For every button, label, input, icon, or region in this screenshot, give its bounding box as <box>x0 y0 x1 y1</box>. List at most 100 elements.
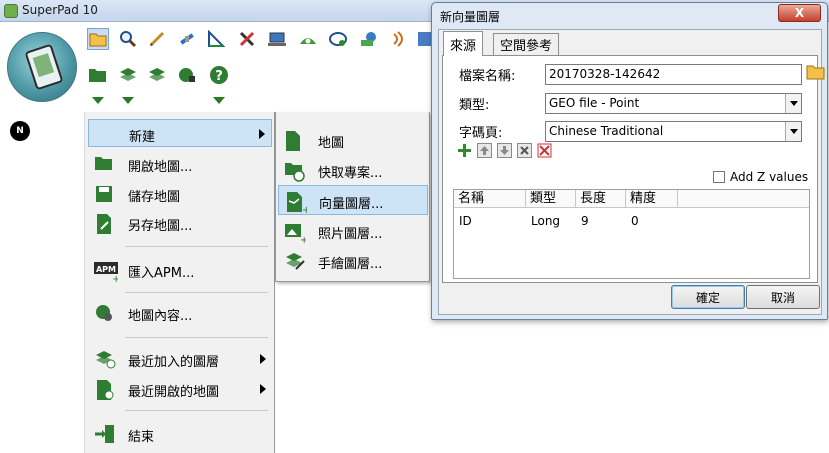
type-select-value: GEO file - Point <box>549 96 640 110</box>
submenu-item-sketch-layer[interactable]: 手繪圖層... <box>278 246 428 276</box>
menu-item-save-map[interactable]: 儲存地圖 <box>88 180 272 208</box>
column-header-name[interactable]: 名稱 <box>454 190 526 208</box>
dialog-titlebar[interactable]: 新向量圖層 X <box>432 3 827 27</box>
measure-icon[interactable] <box>205 28 227 50</box>
laptop-icon[interactable] <box>266 28 288 50</box>
menu-item-label: 最近開啟的地圖 <box>128 385 220 400</box>
app-title: SuperPad 10 <box>22 3 98 17</box>
recent-layers-icon <box>94 349 116 369</box>
menu-item-save-as[interactable]: 另存地圖... <box>88 209 272 237</box>
pen-icon[interactable] <box>146 28 168 50</box>
menu-item-exit[interactable]: 結束 <box>88 420 272 448</box>
open-folder-icon[interactable] <box>87 28 109 50</box>
photo-layer-icon: + <box>284 221 308 246</box>
layers-add-icon[interactable] <box>117 64 139 86</box>
codepage-select-value: Chinese Traditional <box>549 124 664 138</box>
tools-icon[interactable] <box>236 28 258 50</box>
menu-separator <box>125 246 268 247</box>
submenu-arrow-icon <box>259 129 265 139</box>
satellite-icon[interactable] <box>176 28 198 50</box>
menu-separator <box>125 337 268 338</box>
add-z-values-checkbox[interactable] <box>713 171 725 183</box>
dialog-body: 來源 空間參考 檔案名稱: 20170328-142642 類型: GEO fi… <box>438 29 825 315</box>
dialog-title: 新向量圖層 <box>440 10 501 24</box>
vector-layer-icon: + <box>285 191 310 216</box>
delete-field-icon[interactable] <box>517 143 532 158</box>
menu-item-map-properties[interactable]: 地圖內容... <box>88 299 272 327</box>
column-header-length[interactable]: 長度 <box>576 190 626 208</box>
submenu-item-vector-layer[interactable]: + 向量圖層... <box>278 185 428 216</box>
menu-item-recent-maps[interactable]: 最近開啟的地圖 <box>88 375 272 403</box>
tab-spatial-reference[interactable]: 空間參考 <box>493 33 560 55</box>
codepage-label: 字碼頁: <box>459 126 503 141</box>
recent-maps-icon <box>94 379 114 400</box>
menu-item-label: 結束 <box>128 430 155 445</box>
submenu-item-photo-layer[interactable]: + 照片圖層... <box>278 216 428 246</box>
save-as-icon <box>94 213 114 234</box>
menu-item-label: 最近加入的圖層 <box>128 355 220 370</box>
submenu-arrow-icon <box>260 354 266 364</box>
move-up-icon[interactable] <box>477 143 492 158</box>
svg-text:?: ? <box>215 69 223 84</box>
menu-item-label: 地圖內容... <box>128 309 193 324</box>
file-menu: 新建 開啟地圖... 儲存地圖 另存地圖... APM + 匯入APM... 地圖… <box>84 112 275 453</box>
move-down-icon[interactable] <box>497 143 512 158</box>
dropdown-arrow-icon[interactable] <box>92 97 104 104</box>
file-name-input[interactable]: 20170328-142642 <box>545 64 802 85</box>
apm-import-icon: APM + <box>94 260 120 285</box>
add-field-icon[interactable] <box>457 143 472 158</box>
submenu-arrow-icon <box>260 384 266 394</box>
submenu-item-label: 向量圖層... <box>319 197 384 212</box>
layers-icon[interactable] <box>146 64 168 86</box>
menu-item-open-map[interactable]: 開啟地圖... <box>88 150 272 178</box>
dropdown-arrow-icon[interactable] <box>122 97 134 104</box>
menu-item-label: 開啟地圖... <box>128 160 193 175</box>
layers-globe-icon[interactable] <box>358 28 380 50</box>
browse-folder-icon[interactable] <box>806 63 826 81</box>
cancel-button[interactable]: 取消 <box>746 285 820 309</box>
menu-item-label: 新建 <box>129 130 156 145</box>
eye-map-icon[interactable] <box>297 28 319 50</box>
chevron-down-icon[interactable] <box>785 122 801 141</box>
column-header-type[interactable]: 類型 <box>526 190 576 208</box>
cell-length: 9 <box>581 214 589 228</box>
clear-fields-icon[interactable] <box>537 143 552 158</box>
table-header: 名稱 類型 長度 精度 <box>454 190 809 208</box>
tab-source[interactable]: 來源 <box>443 31 484 56</box>
file-name-label: 檔案名稱: <box>459 69 516 84</box>
menu-item-new[interactable]: 新建 <box>88 119 272 147</box>
globe-lock-icon[interactable] <box>176 64 198 86</box>
submenu-item-cache-project[interactable]: 快取專案... <box>278 155 428 185</box>
menu-item-import-apm[interactable]: APM + 匯入APM... <box>88 256 272 285</box>
codepage-select[interactable]: Chinese Traditional <box>545 121 802 142</box>
cell-type: Long <box>531 214 561 228</box>
open-folder-icon[interactable] <box>87 64 109 86</box>
type-select[interactable]: GEO file - Point <box>545 93 802 114</box>
svg-text:+: + <box>302 205 307 213</box>
new-vector-layer-dialog: 新向量圖層 X 來源 空間參考 檔案名稱: 20170328-142642 類型… <box>431 2 828 320</box>
menu-item-recent-layers[interactable]: 最近加入的圖層 <box>88 345 272 373</box>
help-icon[interactable]: ? <box>208 64 230 86</box>
cloud-sync-icon[interactable] <box>327 28 349 50</box>
fields-table: 名稱 類型 長度 精度 ID Long 9 0 <box>453 189 810 279</box>
signal-icon[interactable] <box>388 28 410 50</box>
svg-text:+: + <box>300 235 306 243</box>
zoom-icon[interactable] <box>117 28 139 50</box>
chevron-down-icon[interactable] <box>785 94 801 113</box>
svg-text:+: + <box>112 274 118 282</box>
folder-open-icon <box>94 154 114 174</box>
superpad-logo[interactable] <box>7 32 77 102</box>
type-label: 類型: <box>459 98 490 113</box>
menu-item-label: 另存地圖... <box>128 219 193 234</box>
submenu-item-label: 手繪圖層... <box>318 257 383 272</box>
dropdown-arrow-icon[interactable] <box>213 97 225 104</box>
column-header-precision[interactable]: 精度 <box>626 190 678 208</box>
close-icon: X <box>794 6 805 20</box>
menu-separator <box>125 292 268 293</box>
close-button[interactable]: X <box>778 4 821 22</box>
ok-button[interactable]: 確定 <box>671 285 745 309</box>
cache-project-icon <box>284 160 305 182</box>
submenu-item-map[interactable]: 地圖 <box>278 125 428 155</box>
new-submenu: 地圖 快取專案... + 向量圖層... + 照片圖層... 手繪圖層... <box>275 112 430 282</box>
map-doc-icon <box>284 130 304 151</box>
